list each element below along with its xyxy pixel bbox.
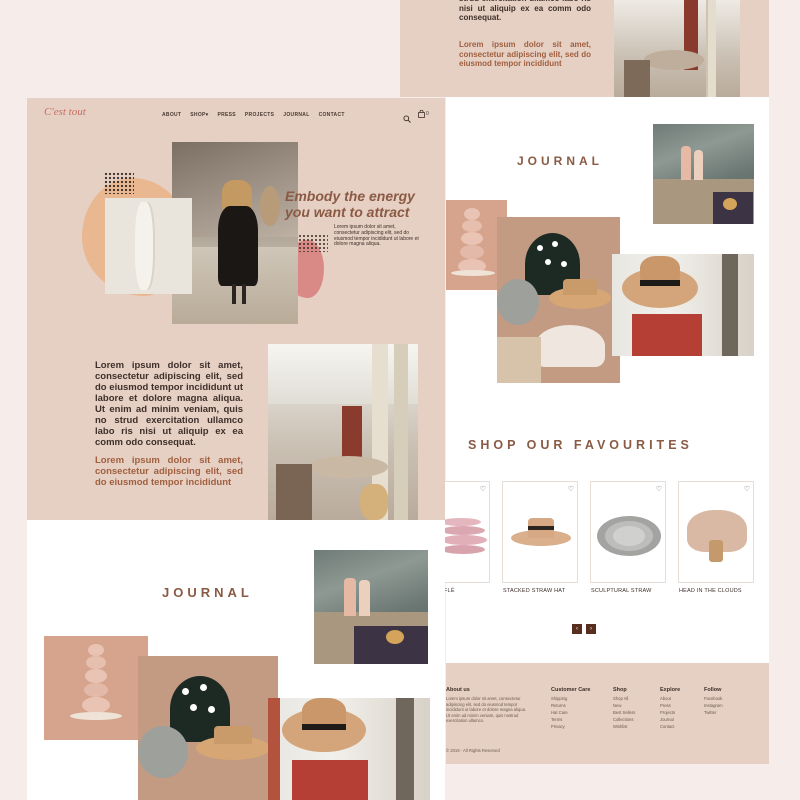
product-name-1[interactable]: FLÉ bbox=[444, 588, 455, 594]
product-name-4[interactable]: HEAD IN THE CLOUDS bbox=[679, 588, 742, 594]
footer-link[interactable]: Privacy bbox=[551, 723, 565, 730]
footer-link[interactable]: Instagram bbox=[704, 702, 723, 709]
footer-col-title-follow: Follow bbox=[704, 687, 722, 693]
decor-dots bbox=[104, 172, 134, 194]
search-icon[interactable] bbox=[403, 110, 411, 123]
journal-bottles-photo-left bbox=[314, 550, 428, 664]
footer-link[interactable]: Shop All bbox=[613, 695, 628, 702]
wishlist-heart-icon[interactable]: ♡ bbox=[656, 485, 662, 493]
footer: About us Lorem ipsum dolor sit amet, con… bbox=[446, 663, 769, 764]
journal-hats-photo bbox=[497, 217, 620, 383]
intro-paragraph: Lorem ipsum dolor sit amet, consectetur … bbox=[95, 360, 243, 448]
journal-woman-hat-photo bbox=[612, 254, 754, 356]
nav-shop-label: SHOP bbox=[190, 112, 206, 118]
chevron-down-icon: ▾ bbox=[205, 112, 209, 118]
main-nav: ABOUT SHOP▾ PRESS PROJECTS JOURNAL CONTA… bbox=[162, 112, 345, 118]
top-right-accent: Lorem ipsum dolor sit amet, consectetur … bbox=[459, 40, 591, 68]
intro-gallery-photo bbox=[268, 344, 418, 520]
nav-journal[interactable]: JOURNAL bbox=[283, 112, 309, 118]
gallery-interior-photo bbox=[614, 0, 740, 97]
footer-link[interactable]: About bbox=[660, 695, 671, 702]
intro-accent: Lorem ipsum dolor sit amet, consectetur … bbox=[95, 455, 243, 488]
product-card-4[interactable]: ♡ bbox=[678, 481, 754, 583]
product-name-3[interactable]: SCULPTURAL STRAW bbox=[591, 588, 652, 594]
top-right-section: strud exercitation ullamco labo ris nisi… bbox=[400, 0, 769, 97]
product-card-1[interactable]: ♡ bbox=[440, 481, 490, 583]
footer-about-text: Lorem ipsum dolor sit amet, consectetur … bbox=[446, 696, 527, 723]
footer-col-title-customer-care: Customer Care bbox=[551, 687, 591, 693]
product-name-2[interactable]: STACKED STRAW HAT bbox=[503, 588, 565, 594]
journal-heading-right: JOURNAL bbox=[517, 154, 604, 168]
hero-headline-1: Embody the energy bbox=[285, 188, 415, 204]
hero-blurb: Lorem ipsum dolor sit amet, consectetur … bbox=[334, 224, 419, 248]
footer-link[interactable]: Hat Care bbox=[551, 709, 568, 716]
cart-icon[interactable]: 0 bbox=[418, 110, 429, 118]
brand-logo[interactable]: C'est tout bbox=[44, 106, 86, 118]
journal-woman-hat-photo-left bbox=[268, 698, 430, 800]
footer-link[interactable]: Shipping bbox=[551, 695, 567, 702]
footer-copyright: © 2019 · All Rights Reserved bbox=[446, 748, 500, 753]
journal-heading-left: JOURNAL bbox=[162, 585, 253, 600]
footer-link[interactable]: Terms bbox=[551, 716, 562, 723]
nav-about[interactable]: ABOUT bbox=[162, 112, 181, 118]
footer-link[interactable]: Journal bbox=[660, 716, 674, 723]
nav-press[interactable]: PRESS bbox=[217, 112, 235, 118]
nav-shop[interactable]: SHOP▾ bbox=[190, 112, 208, 118]
product-card-2[interactable]: ♡ bbox=[502, 481, 578, 583]
journal-stack-photo-left bbox=[44, 636, 148, 740]
footer-col-title-shop: Shop bbox=[613, 687, 627, 693]
wishlist-heart-icon[interactable]: ♡ bbox=[744, 485, 750, 493]
cart-count: 0 bbox=[426, 111, 429, 117]
footer-about-title: About us bbox=[446, 687, 470, 693]
footer-link[interactable]: Collections bbox=[613, 716, 633, 723]
nav-contact[interactable]: CONTACT bbox=[319, 112, 345, 118]
shop-heading: SHOP OUR FAVOURITES bbox=[468, 438, 693, 452]
wishlist-heart-icon[interactable]: ♡ bbox=[568, 485, 574, 493]
decor-dots-right bbox=[298, 234, 328, 252]
nav-projects[interactable]: PROJECTS bbox=[245, 112, 274, 118]
carousel-prev-button[interactable]: ‹ bbox=[572, 624, 582, 634]
footer-link[interactable]: Wishlist bbox=[613, 723, 627, 730]
footer-link[interactable]: Press bbox=[660, 702, 671, 709]
journal-bottles-photo bbox=[653, 124, 754, 224]
footer-link[interactable]: Best Sellers bbox=[613, 709, 635, 716]
footer-link[interactable]: Projects bbox=[660, 709, 675, 716]
footer-link[interactable]: New bbox=[613, 702, 621, 709]
hero-plaster-photo bbox=[105, 198, 192, 294]
footer-col-title-explore: Explore bbox=[660, 687, 681, 693]
footer-link[interactable]: Contact bbox=[660, 723, 674, 730]
top-right-paragraph: strud exercitation ullamco labo ris nisi… bbox=[459, 0, 591, 22]
footer-link[interactable]: Returns bbox=[551, 702, 566, 709]
footer-link[interactable]: Facebook bbox=[704, 695, 722, 702]
carousel-next-button[interactable]: › bbox=[586, 624, 596, 634]
hero-headline-2: you want to attract bbox=[285, 204, 410, 220]
product-card-3[interactable]: ♡ bbox=[590, 481, 666, 583]
journal-hats-photo-left bbox=[138, 656, 278, 800]
wishlist-heart-icon[interactable]: ♡ bbox=[480, 485, 486, 493]
footer-link[interactable]: Twitter bbox=[704, 709, 716, 716]
